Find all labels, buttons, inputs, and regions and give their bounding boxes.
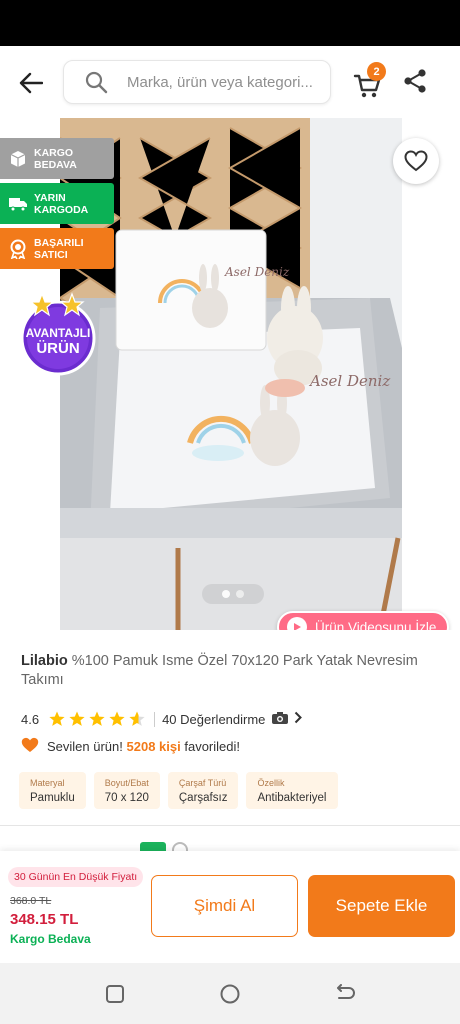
search-input[interactable]: Marka, ürün veya kategori... <box>63 60 331 104</box>
watch-video-button[interactable]: Ürün Videosunu İzle <box>277 611 449 630</box>
free-shipping-label: Kargo Bedava <box>10 932 91 946</box>
fav-count: 5208 kişi <box>126 738 181 754</box>
badge-label: YARIN KARGODA <box>34 191 89 216</box>
star-icon <box>109 711 125 726</box>
image-name-text-2: Asel Deniz <box>308 372 390 390</box>
star-icon <box>49 711 65 726</box>
home-icon <box>220 984 240 1004</box>
old-price: 368.0 TL <box>10 895 52 907</box>
attribute-key: Özellik <box>257 778 285 788</box>
badge-label: BAŞARILI SATICI <box>34 236 84 261</box>
back-nav-button[interactable] <box>333 982 357 1006</box>
half-star-icon <box>129 711 145 726</box>
add-to-cart-button[interactable]: Sepete Ekle <box>308 875 455 937</box>
favorite-button[interactable] <box>393 138 439 184</box>
play-icon <box>287 617 307 630</box>
image-name-text-1: Asel Deniz <box>224 265 290 279</box>
favorites-info: Sevilen ürün! 5208 kişi favoriledi! <box>21 736 240 756</box>
truck-icon <box>6 192 30 216</box>
next-day-shipping-badge: YARIN KARGODA <box>0 183 114 224</box>
watch-video-label: Ürün Videosunu İzle <box>315 619 437 631</box>
attribute-value: 70 x 120 <box>104 792 149 804</box>
search-placeholder: Marka, ürün veya kategori... <box>127 73 313 91</box>
medal-icon <box>6 237 30 261</box>
share-icon <box>404 69 426 93</box>
camera-icon <box>271 711 289 728</box>
lowest-price-label: 30 Günün En Düşük Fiyatı <box>8 867 144 887</box>
badge-label: KARGO BEDAVA <box>34 146 77 171</box>
attribute-key: Çarşaf Türü <box>178 778 227 788</box>
pagination-dot-active[interactable] <box>222 590 230 598</box>
app-header: Marka, ürün veya kategori... 2 <box>0 46 460 118</box>
attribute-key: Materyal <box>30 778 65 788</box>
back-nav-icon <box>337 984 355 999</box>
brand-name[interactable]: Lilabio <box>21 653 68 669</box>
product-name: %100 Pamuk Isme Özel 70x120 Park Yatak N… <box>21 653 418 688</box>
attribute-chip: Boyut/Ebat 70 x 120 <box>93 772 160 809</box>
attribute-chip: Çarşaf Türü Çarşafsız <box>167 772 239 809</box>
divider <box>154 711 156 727</box>
section-divider <box>0 825 460 826</box>
cart-count-badge: 2 <box>367 62 386 81</box>
rating-row[interactable]: 4.6 40 Değerlendirme <box>21 709 303 729</box>
orange-heart-icon <box>21 737 39 756</box>
attribute-chip: Materyal Pamuklu <box>19 772 86 809</box>
attribute-value: Pamuklu <box>30 792 75 804</box>
review-count[interactable]: 40 Değerlendirme <box>162 712 265 727</box>
avantajli-line-1: AVANTAJLI <box>26 326 91 340</box>
fav-suffix: favoriledi! <box>184 738 240 754</box>
recents-icon <box>106 985 124 1003</box>
free-shipping-badge: KARGO BEDAVA <box>0 138 114 179</box>
status-bar <box>0 0 460 46</box>
box-icon <box>6 147 30 171</box>
cart-button[interactable]: 2 <box>353 62 389 100</box>
search-icon <box>82 68 110 96</box>
recents-button[interactable] <box>103 982 127 1006</box>
attribute-value: Çarşafsız <box>178 792 228 804</box>
gallery-pagination <box>202 584 264 604</box>
product-image-gallery[interactable]: Asel Deniz Asel Deniz KARGO BEDAVA YARIN… <box>0 118 460 630</box>
product-title: Lilabio %100 Pamuk Isme Özel 70x120 Park… <box>21 652 441 690</box>
bottom-action-bar: 30 Günün En Düşük Fiyatı 368.0 TL 348.15… <box>0 851 460 963</box>
attribute-value: Antibakteriyel <box>257 792 327 804</box>
avantajli-line-2: ÜRÜN <box>36 340 79 357</box>
successful-seller-badge: BAŞARILI SATICI <box>0 228 114 269</box>
rating-value: 4.6 <box>21 711 40 727</box>
pagination-dot[interactable] <box>236 590 244 598</box>
back-arrow-icon <box>19 72 43 94</box>
attribute-chip: Özellik Antibakteriyel <box>246 772 338 809</box>
attribute-key: Boyut/Ebat <box>104 778 149 788</box>
star-icon <box>89 711 105 726</box>
product-attributes: Materyal Pamuklu Boyut/Ebat 70 x 120 Çar… <box>19 772 338 809</box>
current-price: 348.15 TL <box>10 911 79 928</box>
share-button[interactable] <box>403 68 431 98</box>
rating-stars <box>49 711 147 727</box>
star-icon <box>69 711 85 726</box>
buy-now-button[interactable]: Şimdi Al <box>151 875 298 937</box>
back-button[interactable] <box>14 66 48 100</box>
system-navigation-bar <box>0 963 460 1024</box>
home-button[interactable] <box>218 982 242 1006</box>
fav-prefix: Sevilen ürün! <box>47 738 123 754</box>
advantageous-product-badge: AVANTAJLI ÜRÜN <box>14 288 102 376</box>
heart-icon <box>404 150 428 172</box>
chevron-right-icon[interactable] <box>294 711 303 727</box>
